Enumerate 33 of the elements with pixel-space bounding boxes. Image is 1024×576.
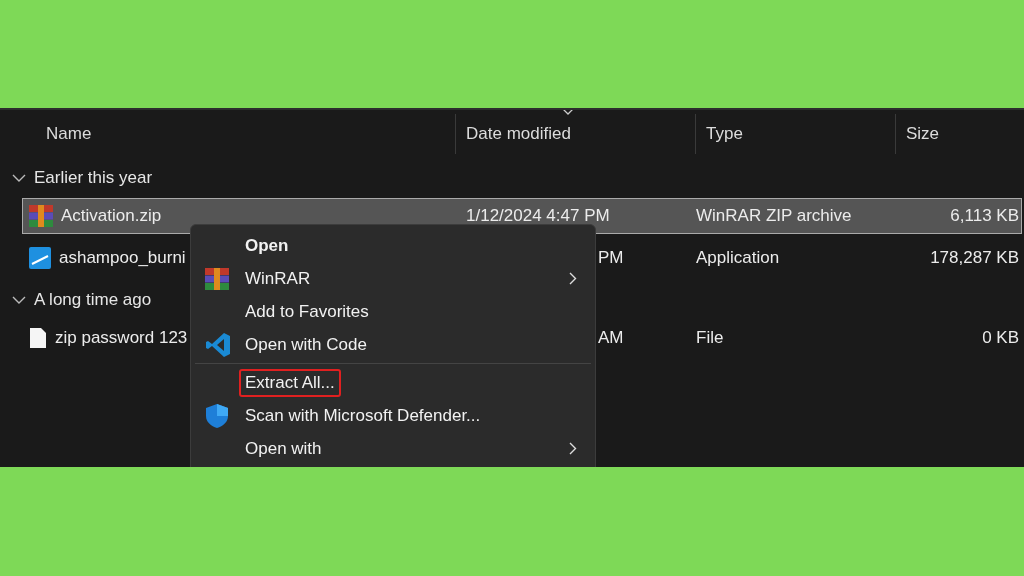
column-header[interactable]: Date modified [466, 124, 571, 144]
file-name[interactable]: Activation.zip [61, 206, 162, 226]
file-type: Application [696, 248, 780, 267]
column-header[interactable]: Name [46, 124, 92, 144]
group-heading[interactable]: A long time ago [34, 290, 152, 310]
code-editor-icon [205, 331, 231, 358]
menu-item[interactable]: Extract All... [239, 368, 341, 397]
document-icon [29, 327, 47, 349]
file-name[interactable]: ashampoo_burni [59, 248, 186, 268]
file-size: 0 KB [982, 328, 1019, 347]
date-modified: AM [598, 328, 624, 347]
menu-item[interactable]: WinRAR [239, 264, 317, 293]
archive-icon [205, 267, 229, 290]
menu-item[interactable]: Open [239, 231, 295, 260]
date-modified: PM [598, 248, 624, 267]
shield-icon [205, 402, 229, 429]
archive-icon [29, 205, 53, 227]
menu-item[interactable]: Open with [239, 434, 328, 463]
file-size: 6,113 KB [950, 206, 1019, 225]
group-heading[interactable]: Earlier this year [34, 168, 153, 188]
collapse-caret-icon[interactable] [12, 295, 26, 305]
date-modified: 1/12/2024 4:47 PM [466, 206, 610, 225]
file-type: WinRAR ZIP archive [696, 206, 852, 225]
file-size: 178,287 KB [930, 248, 1019, 267]
menu-item[interactable]: Scan with Microsoft Defender... [239, 401, 487, 430]
menu-item[interactable]: Add to Favorites [239, 297, 375, 326]
menu-item[interactable]: Open with Code [239, 330, 373, 359]
column-header[interactable]: Size [906, 124, 940, 144]
column-header[interactable]: Type [706, 124, 743, 144]
collapse-caret-icon[interactable] [12, 173, 26, 183]
app-icon [29, 247, 51, 269]
file-name[interactable]: zip password 123 [55, 328, 188, 348]
file-type: File [696, 328, 724, 347]
